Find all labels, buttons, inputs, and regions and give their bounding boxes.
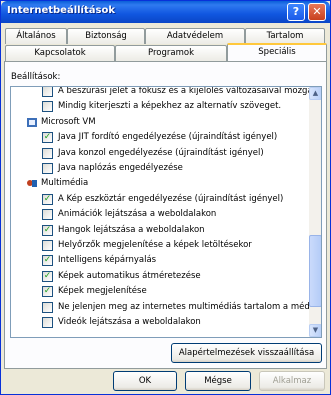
settings-option[interactable]: A beszúrási jelet a fókusz és a kijelölé… [11, 86, 309, 98]
settings-category: Multimédia [11, 177, 309, 190]
tab-tartalom[interactable]: Tartalom [245, 28, 325, 44]
settings-option[interactable]: ✓ Képek automatikus átméretezése [11, 270, 309, 283]
tab-biztonsag[interactable]: Biztonság [67, 28, 145, 44]
settings-option[interactable]: ✓ A Kép eszköztár engedélyezése (újraindí… [11, 193, 309, 206]
option-label: Videók lejátszása a weboldalakon [58, 317, 201, 327]
checkbox-unchecked[interactable] [42, 87, 53, 97]
restore-defaults-button[interactable]: Alapértelmezések visszaállítása [171, 343, 322, 363]
settings-option[interactable]: ✓ Képek megjelenítése [11, 285, 309, 298]
settings-option[interactable]: Animációk lejátszása a weboldalakon [11, 208, 309, 221]
category-label: Microsoft VM [41, 116, 96, 127]
checkbox-unchecked[interactable] [42, 209, 53, 221]
option-label: A Kép eszköztár engedélyezése (újraindít… [58, 193, 284, 204]
dialog-window: Internetbeállítások ? ✕ Általános Bizton… [0, 0, 331, 395]
tab-panel: Beállítások: A beszúrási jelet a fókusz … [4, 61, 327, 369]
checkbox-checked[interactable]: ✓ [42, 224, 53, 236]
window-title: Internetbeállítások [7, 5, 115, 16]
tab-altalanos[interactable]: Általános [5, 28, 67, 44]
scroll-down-button[interactable]: ▼ [309, 324, 321, 337]
category-label: Multimédia [41, 178, 89, 189]
settings-option[interactable]: Mindig kiterjeszti a képekhez az alterna… [11, 100, 309, 113]
cancel-button[interactable]: Mégse [185, 371, 251, 391]
close-button[interactable]: ✕ [308, 3, 326, 21]
checkbox-checked[interactable]: ✓ [42, 270, 53, 282]
option-label: A beszúrási jelet a fókusz és a kijelölé… [58, 86, 309, 96]
settings-category: Microsoft VM [11, 116, 309, 129]
option-label: Java JIT fordító engedélyezése (újraindí… [58, 132, 278, 143]
settings-option[interactable]: Helyőrzők megjelenítése a képek letöltés… [11, 239, 309, 252]
option-label: Ne jelenjen meg az internetes multimédiá… [58, 301, 309, 312]
option-label: Animációk lejátszása a weboldalakon [58, 209, 217, 220]
checkbox-unchecked[interactable] [42, 101, 53, 113]
option-label: Mindig kiterjeszti a képekhez az alterna… [58, 101, 282, 112]
option-label: Java konzol engedélyezése (újraindítást … [58, 147, 264, 158]
help-button[interactable]: ? [287, 3, 305, 21]
option-label: Java naplózás engedélyezése [58, 163, 183, 173]
option-label: Képek megjelenítése [58, 286, 147, 297]
java-icon [26, 117, 38, 128]
vertical-scrollbar[interactable]: ▲ ▼ [309, 87, 321, 337]
apply-button[interactable]: Alkalmaz [259, 371, 325, 391]
settings-list[interactable]: A beszúrási jelet a fókusz és a kijelölé… [10, 86, 322, 338]
settings-option[interactable]: Videók lejátszása a weboldalakon [11, 316, 309, 329]
tab-programok[interactable]: Programok [115, 45, 227, 61]
checkbox-unchecked[interactable] [42, 301, 53, 313]
tab-kapcsolatok[interactable]: Kapcsolatok [5, 45, 115, 61]
settings-label: Beállítások: [11, 72, 61, 82]
multimedia-icon [26, 178, 38, 189]
scroll-up-button[interactable]: ▲ [309, 87, 321, 100]
settings-option[interactable]: Ne jelenjen meg az internetes multimédiá… [11, 301, 309, 314]
option-label: Hangok lejátszása a weboldalakon [58, 224, 205, 235]
checkbox-checked[interactable]: ✓ [42, 193, 53, 205]
tab-adatvedelem[interactable]: Adatvédelem [145, 28, 245, 44]
checkbox-checked[interactable]: ✓ [42, 132, 53, 144]
tab-specialis[interactable]: Speciális [227, 43, 327, 61]
option-label: Képek automatikus átméretezése [58, 270, 201, 281]
checkbox-unchecked[interactable] [42, 240, 53, 251]
settings-option[interactable]: ✓ Hangok lejátszása a weboldalakon [11, 224, 309, 237]
option-label: Intelligens képárnyalás [58, 255, 157, 266]
checkbox-unchecked[interactable] [42, 163, 53, 174]
option-label: Helyőrzők megjelenítése a képek letöltés… [58, 240, 252, 250]
settings-option[interactable]: Java konzol engedélyezése (újraindítást … [11, 147, 309, 160]
title-bar[interactable]: Internetbeállítások ? ✕ [1, 1, 330, 23]
settings-option[interactable]: ✓ Intelligens képárnyalás [11, 254, 309, 267]
checkbox-checked[interactable]: ✓ [42, 255, 53, 267]
settings-option[interactable]: ✓ Java JIT fordító engedélyezése (újraind… [11, 131, 309, 144]
ok-button[interactable]: OK [113, 371, 177, 391]
checkbox-unchecked[interactable] [42, 147, 53, 159]
scroll-thumb[interactable] [309, 235, 321, 307]
checkbox-unchecked[interactable] [42, 317, 53, 328]
checkbox-checked[interactable]: ✓ [42, 286, 53, 298]
settings-option[interactable]: Java naplózás engedélyezése [11, 162, 309, 175]
